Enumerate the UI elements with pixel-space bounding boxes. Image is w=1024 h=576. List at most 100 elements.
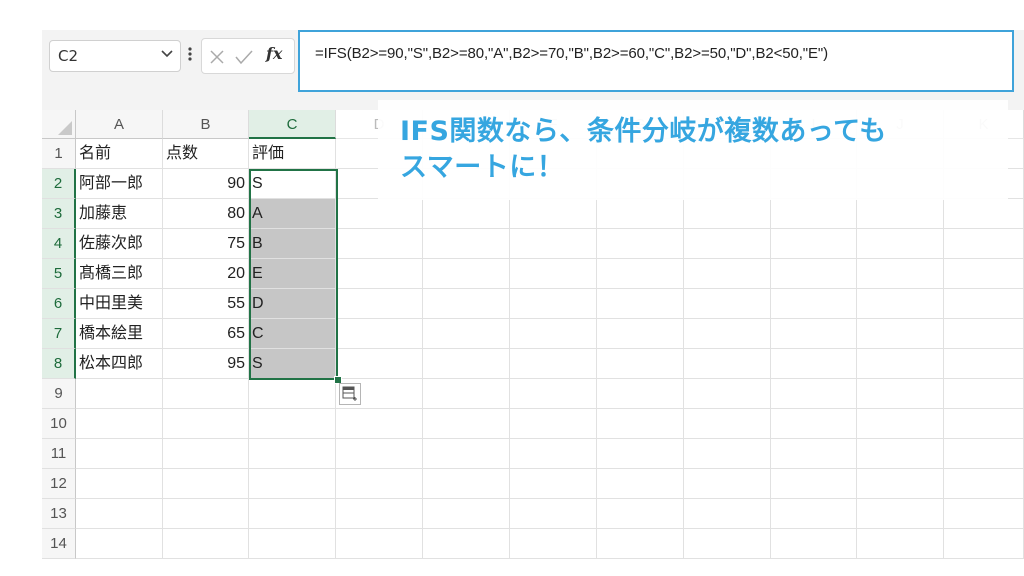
cell-c4[interactable]: B	[249, 229, 336, 259]
cell-g14[interactable]	[597, 529, 684, 559]
cell-b3[interactable]: 80	[163, 199, 249, 229]
cell-c3[interactable]: A	[249, 199, 336, 229]
cell-h14[interactable]	[684, 529, 771, 559]
row-header-6[interactable]: 6	[42, 289, 76, 319]
cell-i6[interactable]	[771, 289, 857, 319]
cell-b6[interactable]: 55	[163, 289, 249, 319]
cell-b12[interactable]	[163, 469, 249, 499]
cell-k11[interactable]	[944, 439, 1024, 469]
cell-e7[interactable]	[423, 319, 510, 349]
cell-i13[interactable]	[771, 499, 857, 529]
row-header-7[interactable]: 7	[42, 319, 76, 349]
cell-j14[interactable]	[857, 529, 944, 559]
cell-h12[interactable]	[684, 469, 771, 499]
cell-j4[interactable]	[857, 229, 944, 259]
cell-j7[interactable]	[857, 319, 944, 349]
cell-i7[interactable]	[771, 319, 857, 349]
row-header-9[interactable]: 9	[42, 379, 76, 409]
row-header-12[interactable]: 12	[42, 469, 76, 499]
cell-j8[interactable]	[857, 349, 944, 379]
cell-f13[interactable]	[510, 499, 597, 529]
row-header-2[interactable]: 2	[42, 169, 76, 199]
cell-i4[interactable]	[771, 229, 857, 259]
cell-h4[interactable]	[684, 229, 771, 259]
cell-f9[interactable]	[510, 379, 597, 409]
cell-k6[interactable]	[944, 289, 1024, 319]
row-header-4[interactable]: 4	[42, 229, 76, 259]
cell-h3[interactable]	[684, 199, 771, 229]
cell-b9[interactable]	[163, 379, 249, 409]
cell-d14[interactable]	[336, 529, 423, 559]
cell-d5[interactable]	[336, 259, 423, 289]
row-header-11[interactable]: 11	[42, 439, 76, 469]
select-all-corner[interactable]	[42, 110, 76, 139]
cell-e4[interactable]	[423, 229, 510, 259]
cell-e13[interactable]	[423, 499, 510, 529]
cell-d13[interactable]	[336, 499, 423, 529]
cell-h8[interactable]	[684, 349, 771, 379]
cell-a12[interactable]	[76, 469, 163, 499]
cell-e5[interactable]	[423, 259, 510, 289]
cell-g4[interactable]	[597, 229, 684, 259]
row-header-14[interactable]: 14	[42, 529, 76, 559]
cell-j3[interactable]	[857, 199, 944, 229]
cell-i8[interactable]	[771, 349, 857, 379]
cell-g12[interactable]	[597, 469, 684, 499]
cell-b8[interactable]: 95	[163, 349, 249, 379]
cell-k10[interactable]	[944, 409, 1024, 439]
cell-b2[interactable]: 90	[163, 169, 249, 199]
row-header-1[interactable]: 1	[42, 139, 76, 169]
cell-j11[interactable]	[857, 439, 944, 469]
cell-h9[interactable]	[684, 379, 771, 409]
cell-a9[interactable]	[76, 379, 163, 409]
cell-g5[interactable]	[597, 259, 684, 289]
cell-g3[interactable]	[597, 199, 684, 229]
cell-b5[interactable]: 20	[163, 259, 249, 289]
cell-a10[interactable]	[76, 409, 163, 439]
cell-e11[interactable]	[423, 439, 510, 469]
cell-b10[interactable]	[163, 409, 249, 439]
cell-e12[interactable]	[423, 469, 510, 499]
cell-e6[interactable]	[423, 289, 510, 319]
cell-c14[interactable]	[249, 529, 336, 559]
cell-k14[interactable]	[944, 529, 1024, 559]
cell-f5[interactable]	[510, 259, 597, 289]
cell-k5[interactable]	[944, 259, 1024, 289]
cell-i5[interactable]	[771, 259, 857, 289]
cell-a8[interactable]: 松本四郎	[76, 349, 163, 379]
cell-k8[interactable]	[944, 349, 1024, 379]
cell-f10[interactable]	[510, 409, 597, 439]
cell-b7[interactable]: 65	[163, 319, 249, 349]
cell-d12[interactable]	[336, 469, 423, 499]
cell-k9[interactable]	[944, 379, 1024, 409]
cell-g7[interactable]	[597, 319, 684, 349]
cell-d10[interactable]	[336, 409, 423, 439]
cell-d11[interactable]	[336, 439, 423, 469]
cell-a6[interactable]: 中田里美	[76, 289, 163, 319]
cell-k3[interactable]	[944, 199, 1024, 229]
cell-g6[interactable]	[597, 289, 684, 319]
cell-h10[interactable]	[684, 409, 771, 439]
cell-f6[interactable]	[510, 289, 597, 319]
cell-e3[interactable]	[423, 199, 510, 229]
cell-c6[interactable]: D	[249, 289, 336, 319]
cell-e14[interactable]	[423, 529, 510, 559]
cell-g13[interactable]	[597, 499, 684, 529]
cell-h11[interactable]	[684, 439, 771, 469]
column-header-b[interactable]: B	[163, 110, 249, 139]
cell-c5[interactable]: E	[249, 259, 336, 289]
cell-g10[interactable]	[597, 409, 684, 439]
cell-i10[interactable]	[771, 409, 857, 439]
cell-d7[interactable]	[336, 319, 423, 349]
cell-h13[interactable]	[684, 499, 771, 529]
cell-k4[interactable]	[944, 229, 1024, 259]
cell-j6[interactable]	[857, 289, 944, 319]
cell-c8[interactable]: S	[249, 349, 336, 379]
cell-h7[interactable]	[684, 319, 771, 349]
cell-j5[interactable]	[857, 259, 944, 289]
cell-f14[interactable]	[510, 529, 597, 559]
cell-c1[interactable]: 評価	[249, 139, 336, 169]
cell-b4[interactable]: 75	[163, 229, 249, 259]
cell-k7[interactable]	[944, 319, 1024, 349]
cell-k13[interactable]	[944, 499, 1024, 529]
